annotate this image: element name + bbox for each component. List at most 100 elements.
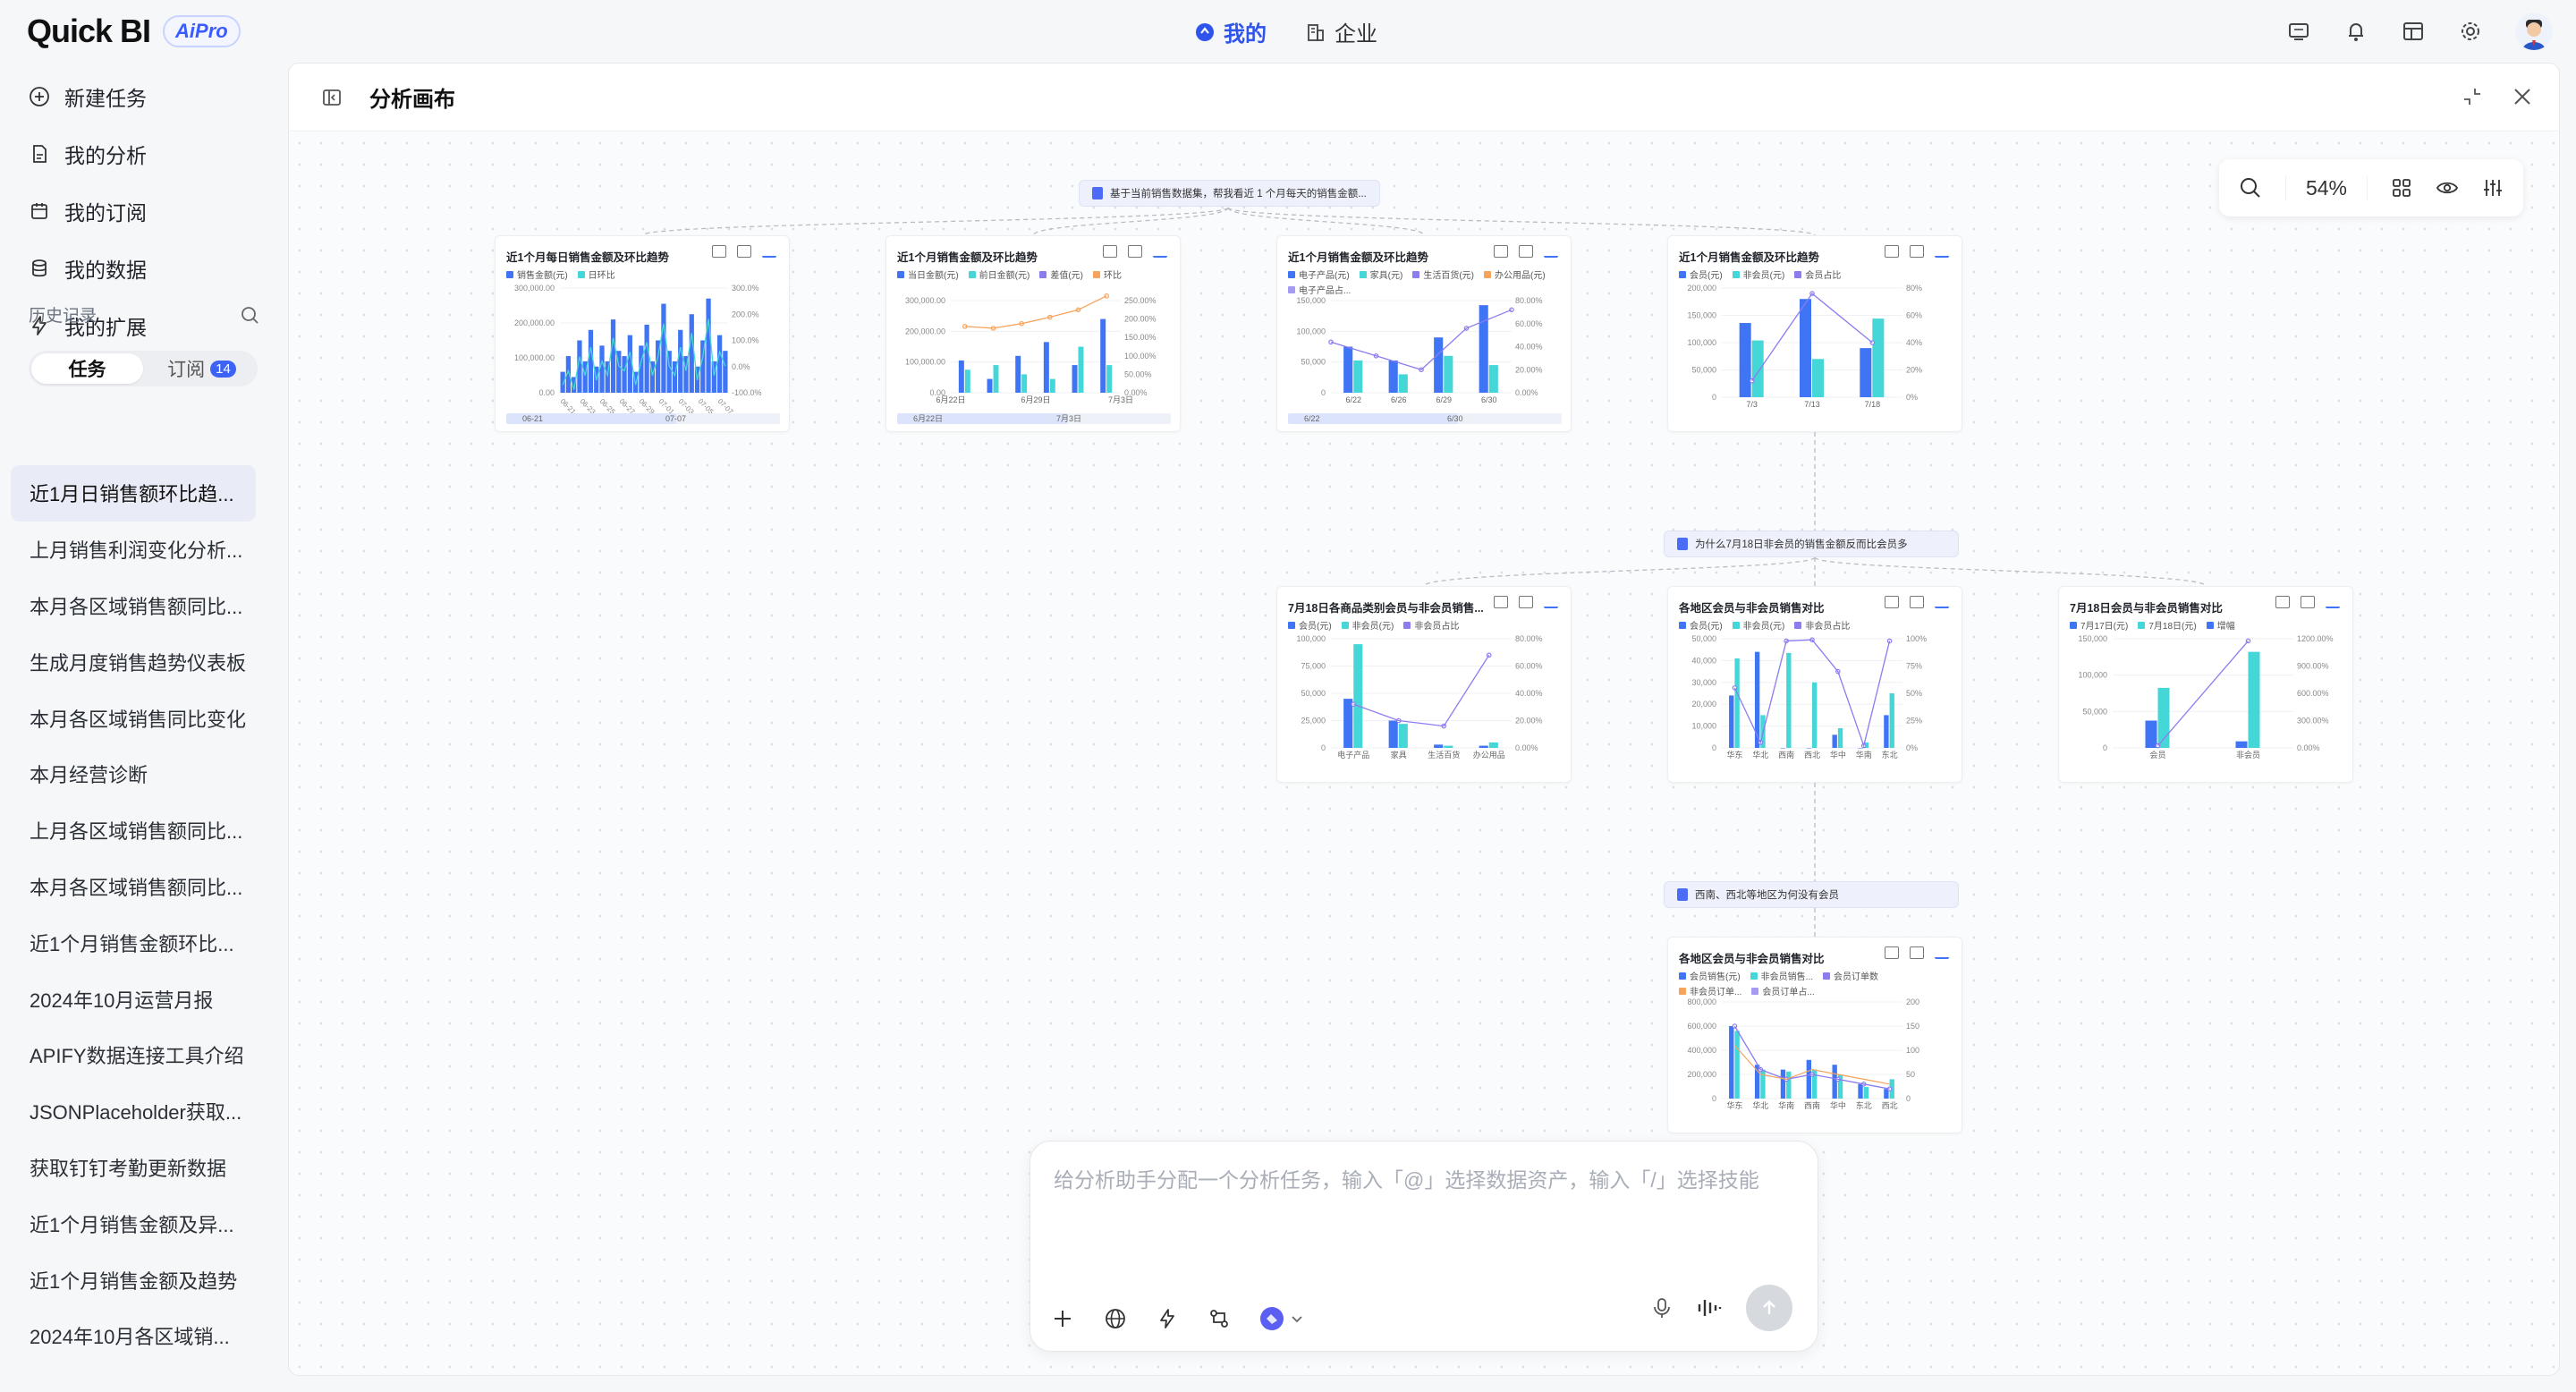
bar[interactable] bbox=[1734, 658, 1740, 748]
logo[interactable]: Quick BI AiPro bbox=[27, 13, 241, 50]
history-item[interactable]: 本月各区域销售同比变化 bbox=[11, 690, 256, 746]
bar[interactable] bbox=[1398, 724, 1408, 748]
bar[interactable] bbox=[1812, 682, 1818, 748]
bar[interactable] bbox=[1353, 644, 1363, 748]
history-item[interactable]: 近1月日销售额环比趋... bbox=[11, 465, 256, 522]
bar[interactable] bbox=[1889, 693, 1894, 748]
composer[interactable]: 给分析助手分配一个分析任务，输入「@」选择数据资产，输入「/」选择技能 bbox=[1030, 1141, 1818, 1352]
sliders-icon[interactable] bbox=[2482, 177, 2504, 199]
workflow-icon[interactable] bbox=[1208, 1307, 1231, 1330]
lightning-icon[interactable] bbox=[1156, 1307, 1179, 1330]
chart-card[interactable]: 近1个月销售金额及环比趋势 当日金额(元) 前日金额(元) 差值(元) 环比 300,00… bbox=[886, 235, 1181, 432]
search-icon[interactable] bbox=[2239, 176, 2262, 199]
bar[interactable] bbox=[706, 298, 711, 393]
history-item[interactable]: 上月销售利润变化分析... bbox=[11, 522, 256, 578]
bar[interactable] bbox=[993, 365, 999, 393]
bar[interactable] bbox=[1388, 720, 1398, 749]
bar[interactable] bbox=[1398, 374, 1408, 393]
avatar[interactable] bbox=[2515, 13, 2553, 50]
model-selector[interactable] bbox=[1259, 1306, 1304, 1331]
bar[interactable] bbox=[1832, 734, 1837, 748]
history-item[interactable]: 近1个月销售金额及趋势 bbox=[11, 1252, 256, 1308]
history-item[interactable]: 近1个月销售金额及异... bbox=[11, 1195, 256, 1252]
bar[interactable] bbox=[964, 369, 970, 393]
bar[interactable] bbox=[1754, 651, 1760, 748]
bar[interactable] bbox=[1444, 355, 1453, 393]
bar[interactable] bbox=[723, 351, 728, 393]
bar[interactable] bbox=[958, 360, 964, 393]
sidebar-item-my-subscriptions[interactable]: 我的订阅 bbox=[0, 182, 277, 240]
bar[interactable] bbox=[1343, 346, 1353, 394]
history-item[interactable]: 生成月度销售趋势仪表板 bbox=[11, 633, 256, 690]
globe-icon[interactable] bbox=[1104, 1307, 1127, 1330]
microphone-icon[interactable] bbox=[1651, 1296, 1673, 1320]
bar[interactable] bbox=[661, 303, 666, 393]
history-item[interactable]: 近1个月销售金额环比... bbox=[11, 914, 256, 971]
bar[interactable] bbox=[1786, 652, 1792, 748]
bar[interactable] bbox=[1444, 745, 1453, 748]
history-item[interactable]: 本月各区域销售额同比... bbox=[11, 859, 256, 915]
tab-mine[interactable]: 我的 bbox=[1195, 16, 1267, 47]
bar[interactable] bbox=[1863, 1087, 1869, 1099]
bar[interactable] bbox=[1786, 1071, 1792, 1099]
grid-icon[interactable] bbox=[2391, 177, 2412, 199]
close-icon[interactable] bbox=[2511, 85, 2534, 108]
chart-card[interactable]: 近1个月每日销售金额及环比趋势 销售金额(元) 日环比 300,000.00 200,0… bbox=[495, 235, 790, 432]
composer-input[interactable]: 给分析助手分配一个分析任务，输入「@」选择数据资产，输入「/」选择技能 bbox=[1054, 1163, 1759, 1193]
bar[interactable] bbox=[644, 324, 649, 393]
send-button[interactable] bbox=[1746, 1285, 1792, 1331]
bar[interactable] bbox=[1734, 1031, 1740, 1099]
bar[interactable] bbox=[1106, 365, 1113, 393]
chart-card[interactable]: 各地区会员与非会员销售对比 会员销售(元) 非会员销售... 会员订单数 非会员订单..… bbox=[1667, 937, 1962, 1133]
bar[interactable] bbox=[1479, 745, 1488, 748]
bar[interactable] bbox=[1015, 355, 1021, 393]
bar[interactable] bbox=[588, 329, 594, 393]
bar[interactable] bbox=[1872, 318, 1885, 397]
sidebar-item-new-task[interactable]: 新建任务 bbox=[0, 68, 277, 125]
bar[interactable] bbox=[1729, 695, 1734, 748]
search-icon[interactable] bbox=[240, 305, 259, 325]
tab-enterprise[interactable]: 企业 bbox=[1306, 16, 1377, 47]
bar[interactable] bbox=[1832, 1065, 1837, 1099]
bar[interactable] bbox=[2235, 741, 2248, 748]
zoom-level[interactable]: 54% bbox=[2284, 175, 2368, 200]
bar[interactable] bbox=[1434, 744, 1444, 748]
bar[interactable] bbox=[1021, 374, 1028, 393]
sidebar-item-my-analysis[interactable]: 我的分析 bbox=[0, 125, 277, 182]
history-item[interactable]: 获取钉钉考勤更新数据 bbox=[11, 1140, 256, 1196]
history-item[interactable]: APIFY数据连接工具介绍 bbox=[11, 1027, 256, 1083]
bar[interactable] bbox=[1780, 748, 1786, 749]
screen-icon[interactable] bbox=[2286, 19, 2311, 44]
tab-tasks[interactable]: 任务 bbox=[31, 353, 143, 384]
bar[interactable] bbox=[1751, 340, 1764, 397]
bar[interactable] bbox=[622, 356, 627, 393]
bar[interactable] bbox=[1353, 360, 1363, 393]
bar[interactable] bbox=[987, 378, 993, 393]
bar[interactable] bbox=[2145, 720, 2157, 749]
plus-icon[interactable] bbox=[1050, 1306, 1075, 1331]
bar[interactable] bbox=[1488, 742, 1498, 748]
tab-subscriptions[interactable]: 订阅 14 bbox=[146, 351, 258, 386]
history-item[interactable]: JSONPlaceholder获取... bbox=[11, 1083, 256, 1140]
bar[interactable] bbox=[689, 314, 694, 393]
bar[interactable] bbox=[1780, 1069, 1786, 1099]
bar[interactable] bbox=[599, 345, 605, 393]
chart-card[interactable]: 7月18日各商品类别会员与非会员销售... 会员(元) 非会员(元) 非会员占比 100… bbox=[1276, 586, 1572, 783]
bar[interactable] bbox=[1078, 346, 1084, 394]
bar[interactable] bbox=[1812, 359, 1824, 397]
bar[interactable] bbox=[610, 319, 616, 393]
chart-card[interactable]: 近1个月销售金额及环比趋势 会员(元) 非会员(元) 会员占比 200,000 150,0… bbox=[1667, 235, 1962, 432]
dashboard-icon[interactable] bbox=[2401, 19, 2426, 44]
bell-icon[interactable] bbox=[2343, 19, 2368, 44]
question-node-1[interactable]: 基于当前销售数据集，帮我看近 1 个月每天的销售金额... bbox=[1079, 180, 1380, 207]
collapse-icon[interactable] bbox=[2461, 85, 2484, 108]
history-item[interactable]: 本月经营诊断 bbox=[11, 746, 256, 802]
bar[interactable] bbox=[1100, 318, 1106, 393]
bar[interactable] bbox=[1760, 1069, 1766, 1099]
bar[interactable] bbox=[1739, 323, 1751, 397]
history-item[interactable]: 上月各区域销售额同比... bbox=[11, 802, 256, 859]
sidebar-toggle-icon[interactable] bbox=[321, 87, 343, 108]
chart-card[interactable]: 7月18日会员与非会员销售对比 7月17日(元) 7月18日(元) 增幅 150,000… bbox=[2058, 586, 2353, 783]
bar[interactable] bbox=[1858, 748, 1863, 749]
bar[interactable] bbox=[1729, 1026, 1734, 1099]
